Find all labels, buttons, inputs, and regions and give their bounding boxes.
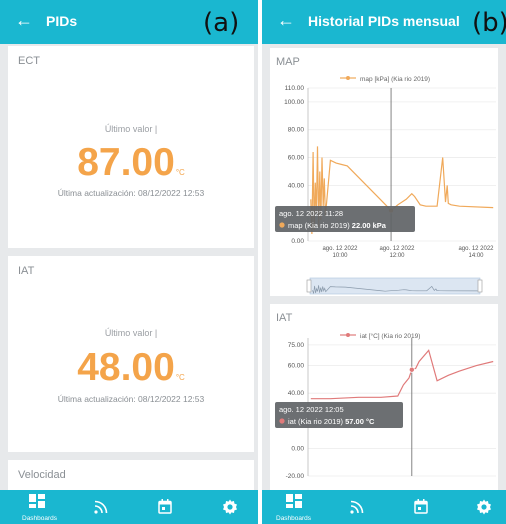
chart-tooltip: ago. 12 2022 12:05 iat (Kia rio 2019) 57.…	[275, 402, 403, 428]
bottom-nav: Dashboards	[262, 490, 506, 524]
tooltip-series-dot	[279, 418, 285, 424]
back-arrow-icon[interactable]: ←	[14, 10, 34, 30]
x-tick-date: ago. 12 2022	[379, 246, 415, 252]
dashboards-grid-icon[interactable]	[29, 494, 51, 516]
figure-label-b: (b)	[472, 8, 506, 38]
settings-gear-icon[interactable]	[222, 499, 244, 521]
y-tick-label: 75.00	[288, 342, 305, 349]
back-arrow-icon[interactable]: ←	[276, 10, 296, 30]
dashboards-nav-label[interactable]: Dashboards	[276, 515, 311, 522]
tooltip-series: iat (Kia rio 2019) 57.00 °C	[288, 417, 375, 426]
tooltip-series: map (Kia rio 2019) 22.00 kPa	[288, 221, 387, 230]
dashboards-grid-icon[interactable]	[286, 494, 308, 516]
rss-feed-icon[interactable]	[94, 500, 116, 522]
iat-chart-card[interactable]: IAT iat [°C] (Kia rio 2019) 75.00 60.00 40.…	[270, 304, 498, 490]
tooltip-series-name: map (Kia rio 2019)	[288, 221, 352, 230]
last-update-text: Última actualización: 08/12/2022 12:53	[57, 188, 205, 198]
tooltip-series-name: iat (Kia rio 2019)	[288, 417, 345, 426]
iat-chart[interactable]: iat [°C] (Kia rio 2019) 75.00 60.00 40.00 0.…	[270, 304, 498, 490]
tooltip-time: ago. 12 2022 11:28	[279, 209, 343, 218]
legend-label: iat [°C] (Kia rio 2019)	[360, 332, 420, 340]
legend-swatch-dot	[346, 333, 350, 337]
card-title: IAT	[18, 265, 35, 277]
y-tick-label: 60.00	[288, 363, 305, 370]
x-tick-time: 10:00	[332, 253, 348, 259]
tooltip-value: 57.00 °C	[345, 417, 375, 426]
y-tick-label: 80.00	[288, 127, 305, 134]
legend-swatch-dot	[346, 76, 350, 80]
bottom-nav: Dashboards	[0, 490, 258, 524]
calendar-icon[interactable]	[158, 499, 180, 521]
ect-value: 87.00°C	[77, 141, 185, 184]
x-tick-date: ago. 12 2022	[458, 246, 494, 252]
ect-card[interactable]: ECT Último valor | 87.00°C Última actual…	[8, 46, 254, 248]
last-value-caption: Último valor |	[104, 328, 158, 338]
page-title: PIDs	[46, 13, 78, 29]
page-title: Historial PIDs mensual	[308, 13, 460, 29]
navigator-range	[309, 277, 481, 295]
navigator-handle-left	[306, 279, 312, 293]
iat-value: 48.00°C	[77, 346, 185, 389]
tooltip-time: ago. 12 2022 12:05	[279, 405, 344, 414]
x-tick-time: 14:00	[468, 253, 484, 259]
chart-legend: map [kPa] (Kia rio 2019)	[340, 76, 430, 83]
last-value-caption: Último valor |	[104, 124, 158, 134]
pids-screen: ← PIDs (a) ECT Último valor | 87.00°C Úl…	[0, 0, 258, 524]
figure-label-a: (a)	[203, 8, 240, 38]
y-tick-label: 40.00	[288, 182, 305, 189]
chart-tooltip: ago. 12 2022 11:28 map (Kia rio 2019) 22.…	[275, 206, 415, 232]
legend-label: map [kPa] (Kia rio 2019)	[360, 76, 430, 83]
chart-navigator	[306, 277, 483, 295]
y-tick-label: 0.00	[291, 445, 304, 452]
y-tick-label: 40.00	[288, 390, 305, 397]
hover-point	[408, 366, 415, 373]
dashboards-nav-label[interactable]: Dashboards	[22, 515, 57, 522]
card-title: Velocidad	[18, 469, 66, 481]
iat-card[interactable]: IAT Último valor | 48.00°C Última actual…	[8, 256, 254, 452]
card-title: ECT	[18, 55, 40, 67]
rss-feed-icon[interactable]	[350, 500, 372, 522]
chart-legend: iat [°C] (Kia rio 2019)	[340, 332, 420, 340]
tooltip-value: 22.00 kPa	[352, 221, 387, 230]
tooltip-series-dot	[279, 222, 285, 228]
app-bar: ← Historial PIDs mensual	[262, 0, 506, 44]
calendar-icon[interactable]	[414, 499, 436, 521]
map-chart[interactable]: map [kPa] (Kia rio 2019) 110.00 100.00 80.0…	[270, 48, 498, 296]
settings-gear-icon[interactable]	[476, 499, 498, 521]
monthly-history-screen: ← Historial PIDs mensual (b) MAP map [kP…	[262, 0, 506, 524]
y-tick-label: 100.00	[284, 99, 304, 106]
x-tick-time: 12:00	[389, 253, 405, 259]
y-tick-label: 0.00	[291, 238, 304, 245]
y-tick-label: -20.00	[286, 473, 305, 480]
last-update-text: Última actualización: 08/12/2022 12:53	[57, 394, 205, 404]
y-tick-label: 60.00	[288, 155, 305, 162]
navigator-handle-right	[477, 279, 483, 293]
series-line	[310, 349, 494, 400]
y-tick-label: 110.00	[285, 85, 305, 92]
map-chart-card[interactable]: MAP map [kPa] (Kia rio 2019) 110.00 100.00…	[270, 48, 498, 296]
x-tick-date: ago. 12 2022	[322, 246, 358, 252]
